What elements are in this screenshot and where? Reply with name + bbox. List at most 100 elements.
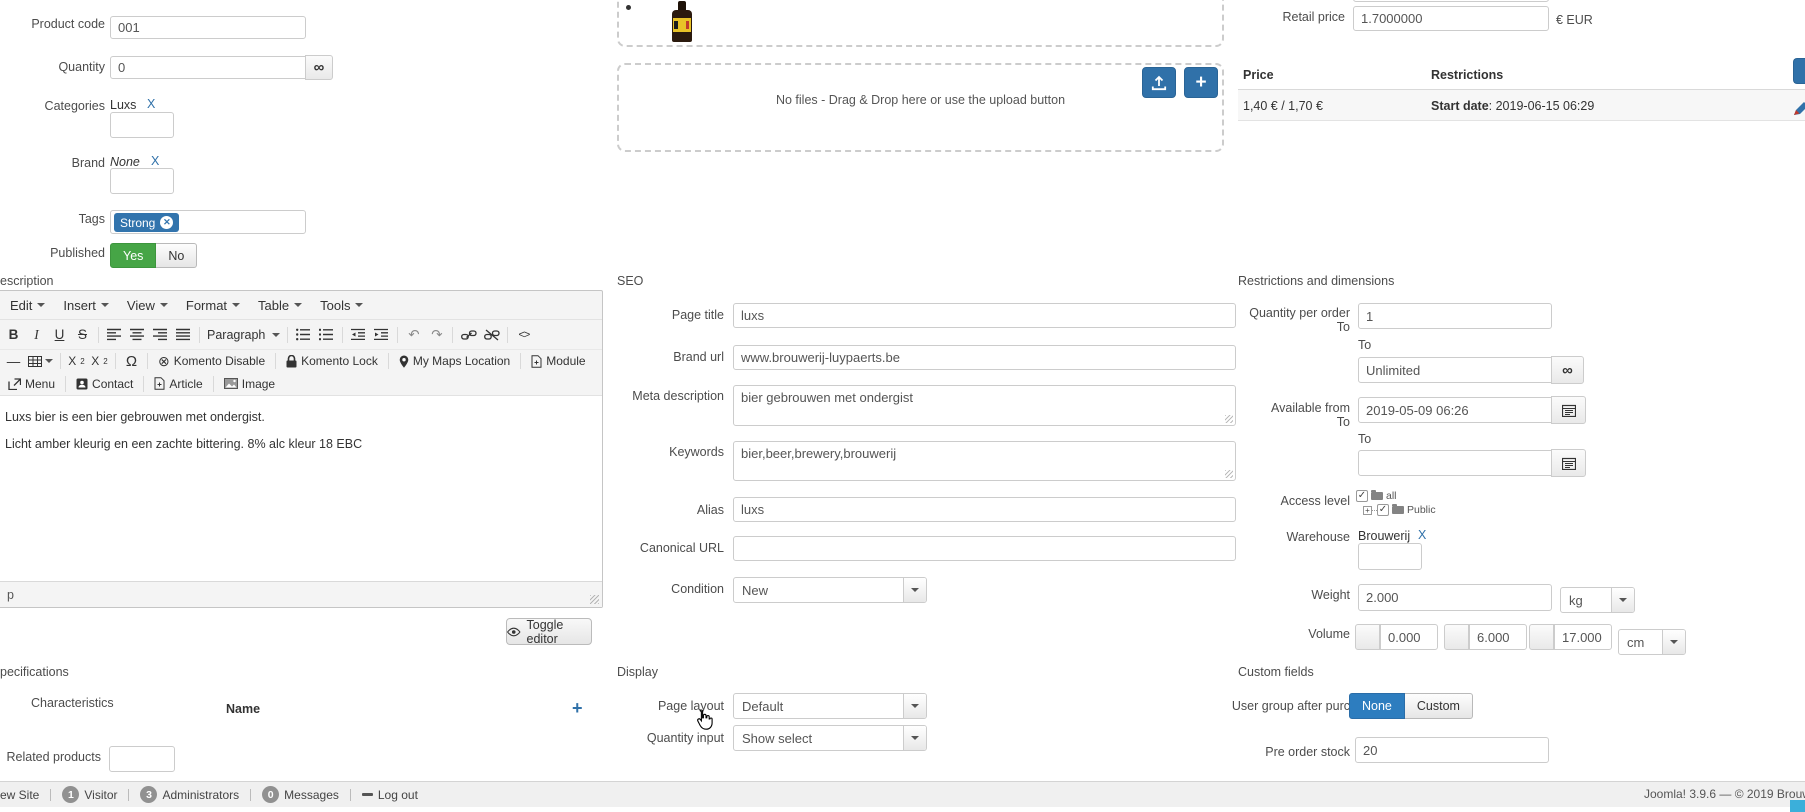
subscript-icon[interactable]: X2 bbox=[65, 350, 88, 372]
resize-grip[interactable] bbox=[590, 595, 599, 604]
chevron-down-icon bbox=[294, 303, 302, 307]
brand-remove-link[interactable]: X bbox=[151, 154, 159, 168]
source-code-icon[interactable]: <> bbox=[512, 324, 535, 346]
bold-icon[interactable]: B bbox=[2, 324, 25, 346]
back-to-top-button-partial[interactable] bbox=[1790, 800, 1805, 812]
special-character-icon[interactable]: Ω bbox=[120, 350, 143, 372]
related-products-input[interactable] bbox=[109, 746, 175, 772]
italic-icon[interactable]: I bbox=[25, 324, 48, 346]
brand-url-input[interactable] bbox=[733, 345, 1236, 370]
folder-icon bbox=[1371, 492, 1383, 500]
available-to-calendar-button[interactable] bbox=[1551, 449, 1586, 477]
redo-icon[interactable]: ↷ bbox=[425, 324, 448, 346]
pre-order-stock-input[interactable] bbox=[1355, 737, 1549, 763]
description-section-title: escription bbox=[0, 274, 54, 288]
restriction-key: Start date bbox=[1431, 99, 1489, 113]
align-center-icon[interactable] bbox=[126, 324, 149, 346]
numbered-list-icon[interactable] bbox=[315, 324, 338, 346]
message-count-badge: 0 bbox=[262, 786, 279, 803]
menu-edit[interactable]: Edit bbox=[1, 294, 54, 317]
quantity-input[interactable] bbox=[110, 56, 306, 79]
retail-price-input[interactable] bbox=[1353, 6, 1549, 31]
superscript-icon[interactable]: X2 bbox=[88, 350, 111, 372]
price-input-partial[interactable] bbox=[1353, 0, 1549, 2]
bullet-list-icon[interactable] bbox=[292, 324, 315, 346]
messages-status[interactable]: 0 Messages bbox=[262, 786, 339, 803]
user-group-custom-button[interactable]: Custom bbox=[1405, 693, 1473, 719]
file-dropzone[interactable]: No files - Drag & Drop here or use the u… bbox=[617, 63, 1224, 152]
undo-icon[interactable]: ↶ bbox=[402, 324, 425, 346]
contact-insert-button[interactable]: Contact bbox=[70, 373, 139, 395]
table-icon[interactable] bbox=[25, 350, 56, 372]
tags-label: Tags bbox=[0, 212, 105, 226]
access-tree: all Public bbox=[1356, 490, 1436, 516]
available-to-input[interactable] bbox=[1358, 450, 1552, 476]
categories-input[interactable] bbox=[110, 112, 174, 138]
article-insert-button[interactable]: Article bbox=[148, 373, 208, 395]
quantity-infinity-icon[interactable] bbox=[305, 55, 333, 80]
user-group-none-button[interactable]: None bbox=[1349, 693, 1405, 719]
outdent-icon[interactable] bbox=[347, 324, 370, 346]
toggle-editor-button[interactable]: Toggle editor bbox=[506, 618, 592, 645]
published-yes-button[interactable]: Yes bbox=[110, 243, 156, 268]
komento-disable-button[interactable]: ⊗Komento Disable bbox=[152, 350, 271, 372]
komento-lock-button[interactable]: Komento Lock bbox=[280, 350, 384, 372]
restriction-value: : 2019-06-15 06:29 bbox=[1489, 99, 1595, 113]
checkbox-checked-icon[interactable] bbox=[1377, 504, 1389, 516]
align-left-icon[interactable] bbox=[103, 324, 126, 346]
indent-icon[interactable] bbox=[370, 324, 393, 346]
align-right-icon[interactable] bbox=[149, 324, 172, 346]
menu-insert-button[interactable]: Menu bbox=[2, 373, 61, 395]
chevron-down-icon bbox=[45, 359, 53, 363]
qty-per-order-input[interactable] bbox=[1358, 303, 1552, 329]
add-file-button[interactable] bbox=[1184, 67, 1218, 98]
tag-chip[interactable]: Strong bbox=[114, 213, 179, 232]
qty-max-input[interactable] bbox=[1358, 357, 1552, 383]
tag-remove-icon[interactable] bbox=[160, 216, 173, 229]
page-layout-select[interactable]: Default bbox=[733, 693, 927, 719]
available-from-calendar-button[interactable] bbox=[1551, 396, 1586, 424]
horizontal-rule-icon[interactable]: — bbox=[2, 350, 25, 372]
view-site-link[interactable]: ew Site bbox=[0, 788, 39, 802]
administrators-status[interactable]: 3 Administrators bbox=[140, 786, 239, 803]
warehouse-remove-link[interactable]: X bbox=[1418, 528, 1426, 542]
brand-input[interactable] bbox=[110, 168, 174, 194]
strikethrough-icon[interactable]: S bbox=[71, 324, 94, 346]
insert-link-icon[interactable] bbox=[457, 324, 480, 346]
condition-select[interactable]: New bbox=[733, 577, 927, 603]
volume-length-input[interactable] bbox=[1380, 624, 1438, 650]
image-insert-button[interactable]: Image bbox=[218, 373, 281, 395]
upload-file-button[interactable] bbox=[1142, 67, 1176, 98]
related-products-label: Related products bbox=[0, 750, 101, 764]
product-image-thumbnail[interactable] bbox=[669, 1, 695, 42]
published-no-button[interactable]: No bbox=[156, 243, 197, 268]
menu-insert[interactable]: Insert bbox=[54, 294, 118, 317]
keywords-textarea[interactable]: bier,beer,brewery,brouwerij bbox=[733, 441, 1236, 481]
tree-expand-icon[interactable] bbox=[1363, 506, 1372, 515]
unlimited-infinity-icon[interactable] bbox=[1551, 356, 1584, 384]
remove-link-icon[interactable] bbox=[480, 324, 503, 346]
warehouse-input[interactable] bbox=[1358, 543, 1422, 570]
underline-icon[interactable]: U bbox=[48, 324, 71, 346]
menu-format[interactable]: Format bbox=[177, 294, 249, 317]
volume-unit-select[interactable]: cm bbox=[1618, 629, 1686, 655]
align-justify-icon[interactable] bbox=[172, 324, 195, 346]
menu-tools[interactable]: Tools bbox=[311, 294, 372, 317]
admin-status-bar: ew Site 1 Visitor 3 Administrators 0 Mes… bbox=[0, 781, 1805, 807]
paragraph-style-select[interactable]: Paragraph bbox=[204, 324, 283, 346]
menu-view[interactable]: View bbox=[118, 294, 177, 317]
add-price-button-partial[interactable] bbox=[1793, 58, 1805, 84]
weight-unit-select[interactable]: kg bbox=[1560, 587, 1635, 613]
checkbox-checked-icon[interactable] bbox=[1356, 490, 1368, 502]
weight-input[interactable] bbox=[1358, 584, 1552, 611]
menu-table[interactable]: Table bbox=[249, 294, 311, 317]
visitors-status[interactable]: 1 Visitor bbox=[62, 786, 117, 803]
logout-link[interactable]: Log out bbox=[362, 788, 418, 802]
quantity-input-select[interactable]: Show select bbox=[733, 725, 927, 751]
product-code-input[interactable] bbox=[110, 16, 306, 39]
available-from-input[interactable] bbox=[1358, 397, 1552, 423]
edit-pencil-icon[interactable] bbox=[1794, 102, 1805, 116]
category-remove-link[interactable]: X bbox=[147, 97, 155, 111]
volume-width-input[interactable] bbox=[1469, 624, 1527, 650]
volume-height-input[interactable] bbox=[1554, 624, 1612, 650]
